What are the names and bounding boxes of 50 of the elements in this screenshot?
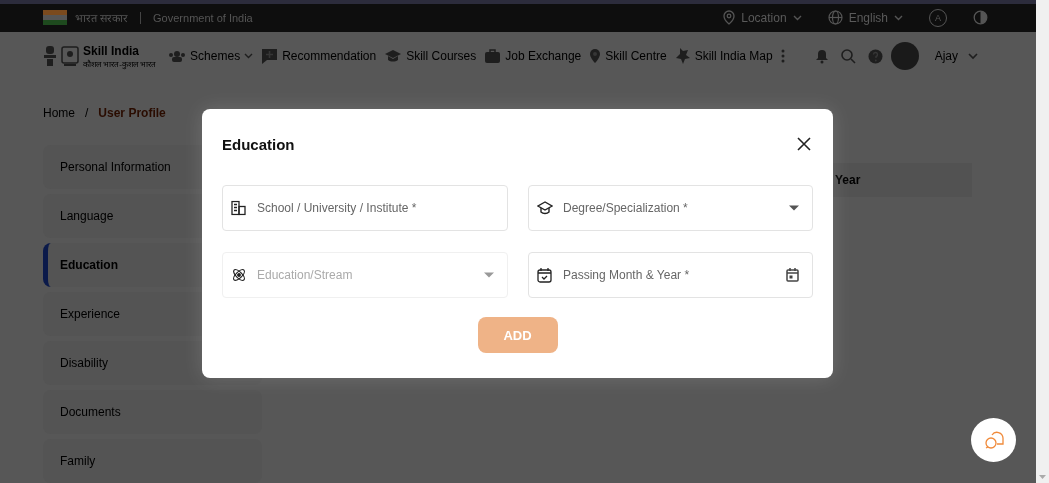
- language-selector[interactable]: English: [848, 10, 888, 25]
- breadcrumb-link[interactable]: User Profile: [98, 106, 166, 120]
- more-icon[interactable]: [780, 49, 785, 64]
- dropdown-caret-icon: [789, 205, 799, 211]
- map-pin-icon: [723, 10, 736, 26]
- select-field[interactable]: Degree/Specialization *: [528, 185, 813, 231]
- close-button[interactable]: [795, 135, 813, 153]
- chat-button[interactable]: [971, 418, 1016, 462]
- calendar-icon[interactable]: [786, 268, 799, 282]
- chevron-down-icon[interactable]: [968, 52, 978, 60]
- chevron-down-icon: [244, 53, 254, 60]
- input-field[interactable]: School / University / Institute *: [222, 185, 508, 231]
- nav-link[interactable]: Skill Centre: [605, 49, 667, 64]
- map-pin-icon: [589, 48, 602, 65]
- add-button[interactable]: ADD: [477, 317, 558, 353]
- chevron-down-icon: [792, 14, 802, 21]
- location-selector[interactable]: Location: [741, 10, 787, 25]
- india-flag-icon: [43, 10, 67, 26]
- chevron-down-icon: [894, 14, 903, 21]
- building-icon: [231, 200, 246, 216]
- atom-icon: [231, 267, 247, 283]
- hindi-label: भारत सरकार: [75, 11, 129, 26]
- nav-link[interactable]: Skill India Map: [694, 49, 773, 64]
- dropdown-caret-icon: [484, 272, 494, 278]
- user-avatar[interactable]: [890, 42, 919, 71]
- globe-icon: [827, 10, 843, 26]
- briefcase-icon: [484, 48, 502, 64]
- chat-plus-icon: [261, 47, 279, 65]
- graduation-cap-icon: [384, 49, 403, 64]
- contrast-icon[interactable]: [973, 10, 988, 26]
- breadcrumb-link[interactable]: Home: [43, 106, 75, 120]
- brand-tagline: कौशल भारत-कुशल भारत: [83, 58, 157, 69]
- chat-bubbles-icon: [983, 430, 1004, 450]
- emblem-icon: [43, 45, 57, 68]
- brand-name[interactable]: Skill India: [83, 43, 157, 58]
- logo-icon: [61, 46, 79, 67]
- user-name[interactable]: Ajay: [934, 49, 958, 64]
- bell-icon[interactable]: [814, 48, 829, 64]
- scroll-down-icon[interactable]: [1039, 475, 1046, 479]
- nav-link[interactable]: Skill Courses: [406, 49, 477, 64]
- search-icon[interactable]: [840, 48, 856, 64]
- nav-link[interactable]: Job Exchange: [505, 49, 582, 64]
- breadcrumb-separator: /: [85, 106, 89, 120]
- calendar-check-icon: [537, 267, 552, 283]
- date-field[interactable]: Passing Month & Year *: [528, 252, 813, 298]
- government-label: Government of India: [153, 11, 253, 24]
- help-icon[interactable]: [867, 48, 883, 64]
- graduation-cap-icon: [537, 201, 553, 215]
- nav-link[interactable]: Recommendation: [282, 49, 377, 64]
- nav-link[interactable]: Schemes: [190, 49, 241, 64]
